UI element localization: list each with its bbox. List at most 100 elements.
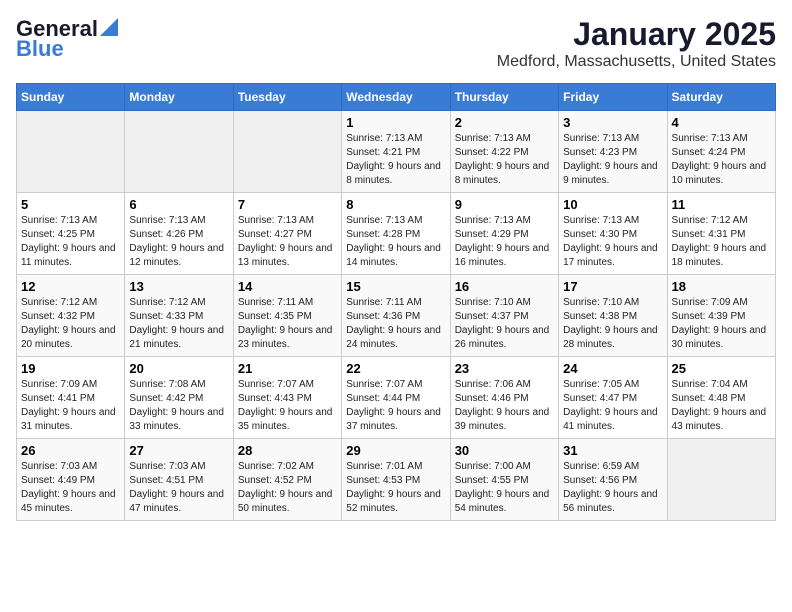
calendar-day-header: Wednesday bbox=[342, 84, 450, 111]
day-number: 6 bbox=[129, 197, 228, 212]
calendar-day-cell: 7 Sunrise: 7:13 AM Sunset: 4:27 PM Dayli… bbox=[233, 193, 341, 275]
day-number: 8 bbox=[346, 197, 445, 212]
daylight: Daylight: 9 hours and 37 minutes. bbox=[346, 407, 441, 432]
logo-text-blue: Blue bbox=[16, 36, 64, 62]
sunset: Sunset: 4:29 PM bbox=[455, 229, 529, 240]
day-info: Sunrise: 7:13 AM Sunset: 4:27 PM Dayligh… bbox=[238, 214, 337, 270]
sunrise: Sunrise: 7:13 AM bbox=[455, 133, 531, 144]
daylight: Daylight: 9 hours and 33 minutes. bbox=[129, 407, 224, 432]
calendar-day-header: Sunday bbox=[17, 84, 125, 111]
sunrise: Sunrise: 7:03 AM bbox=[129, 461, 205, 472]
calendar-day-cell: 21 Sunrise: 7:07 AM Sunset: 4:43 PM Dayl… bbox=[233, 357, 341, 439]
day-number: 2 bbox=[455, 115, 554, 130]
sunset: Sunset: 4:52 PM bbox=[238, 475, 312, 486]
day-info: Sunrise: 6:59 AM Sunset: 4:56 PM Dayligh… bbox=[563, 460, 662, 516]
day-info: Sunrise: 7:10 AM Sunset: 4:37 PM Dayligh… bbox=[455, 296, 554, 352]
sunset: Sunset: 4:27 PM bbox=[238, 229, 312, 240]
calendar-week-row: 26 Sunrise: 7:03 AM Sunset: 4:49 PM Dayl… bbox=[17, 439, 776, 521]
day-number: 11 bbox=[672, 197, 771, 212]
calendar-day-cell: 5 Sunrise: 7:13 AM Sunset: 4:25 PM Dayli… bbox=[17, 193, 125, 275]
day-number: 18 bbox=[672, 279, 771, 294]
daylight: Daylight: 9 hours and 56 minutes. bbox=[563, 489, 658, 514]
calendar-day-cell: 8 Sunrise: 7:13 AM Sunset: 4:28 PM Dayli… bbox=[342, 193, 450, 275]
sunset: Sunset: 4:55 PM bbox=[455, 475, 529, 486]
daylight: Daylight: 9 hours and 24 minutes. bbox=[346, 325, 441, 350]
day-info: Sunrise: 7:13 AM Sunset: 4:21 PM Dayligh… bbox=[346, 132, 445, 188]
calendar-day-cell: 20 Sunrise: 7:08 AM Sunset: 4:42 PM Dayl… bbox=[125, 357, 233, 439]
day-number: 20 bbox=[129, 361, 228, 376]
daylight: Daylight: 9 hours and 18 minutes. bbox=[672, 243, 767, 268]
calendar-week-row: 1 Sunrise: 7:13 AM Sunset: 4:21 PM Dayli… bbox=[17, 111, 776, 193]
day-info: Sunrise: 7:10 AM Sunset: 4:38 PM Dayligh… bbox=[563, 296, 662, 352]
sunset: Sunset: 4:28 PM bbox=[346, 229, 420, 240]
day-number: 9 bbox=[455, 197, 554, 212]
daylight: Daylight: 9 hours and 16 minutes. bbox=[455, 243, 550, 268]
sunrise: Sunrise: 7:13 AM bbox=[346, 215, 422, 226]
day-info: Sunrise: 7:12 AM Sunset: 4:32 PM Dayligh… bbox=[21, 296, 120, 352]
sunset: Sunset: 4:38 PM bbox=[563, 311, 637, 322]
sunrise: Sunrise: 7:11 AM bbox=[238, 297, 313, 308]
calendar-header-row: SundayMondayTuesdayWednesdayThursdayFrid… bbox=[17, 84, 776, 111]
day-info: Sunrise: 7:13 AM Sunset: 4:22 PM Dayligh… bbox=[455, 132, 554, 188]
day-number: 31 bbox=[563, 443, 662, 458]
daylight: Daylight: 9 hours and 17 minutes. bbox=[563, 243, 658, 268]
day-number: 1 bbox=[346, 115, 445, 130]
day-info: Sunrise: 7:11 AM Sunset: 4:36 PM Dayligh… bbox=[346, 296, 445, 352]
sunset: Sunset: 4:43 PM bbox=[238, 393, 312, 404]
calendar-day-cell bbox=[125, 111, 233, 193]
daylight: Daylight: 9 hours and 14 minutes. bbox=[346, 243, 441, 268]
page-title: January 2025 bbox=[497, 16, 776, 53]
sunrise: Sunrise: 7:13 AM bbox=[455, 215, 531, 226]
daylight: Daylight: 9 hours and 23 minutes. bbox=[238, 325, 333, 350]
day-info: Sunrise: 7:13 AM Sunset: 4:28 PM Dayligh… bbox=[346, 214, 445, 270]
sunrise: Sunrise: 7:10 AM bbox=[455, 297, 531, 308]
daylight: Daylight: 9 hours and 13 minutes. bbox=[238, 243, 333, 268]
daylight: Daylight: 9 hours and 45 minutes. bbox=[21, 489, 116, 514]
calendar-day-cell: 29 Sunrise: 7:01 AM Sunset: 4:53 PM Dayl… bbox=[342, 439, 450, 521]
sunrise: Sunrise: 7:13 AM bbox=[563, 215, 639, 226]
sunrise: Sunrise: 7:03 AM bbox=[21, 461, 97, 472]
day-info: Sunrise: 7:03 AM Sunset: 4:49 PM Dayligh… bbox=[21, 460, 120, 516]
daylight: Daylight: 9 hours and 41 minutes. bbox=[563, 407, 658, 432]
sunrise: Sunrise: 7:07 AM bbox=[346, 379, 422, 390]
day-number: 16 bbox=[455, 279, 554, 294]
calendar-day-cell: 3 Sunrise: 7:13 AM Sunset: 4:23 PM Dayli… bbox=[559, 111, 667, 193]
calendar-day-cell: 27 Sunrise: 7:03 AM Sunset: 4:51 PM Dayl… bbox=[125, 439, 233, 521]
calendar-day-cell: 23 Sunrise: 7:06 AM Sunset: 4:46 PM Dayl… bbox=[450, 357, 558, 439]
sunset: Sunset: 4:37 PM bbox=[455, 311, 529, 322]
calendar-day-cell: 15 Sunrise: 7:11 AM Sunset: 4:36 PM Dayl… bbox=[342, 275, 450, 357]
day-number: 30 bbox=[455, 443, 554, 458]
day-info: Sunrise: 7:03 AM Sunset: 4:51 PM Dayligh… bbox=[129, 460, 228, 516]
sunrise: Sunrise: 7:12 AM bbox=[21, 297, 97, 308]
sunrise: Sunrise: 7:13 AM bbox=[563, 133, 639, 144]
day-number: 4 bbox=[672, 115, 771, 130]
daylight: Daylight: 9 hours and 11 minutes. bbox=[21, 243, 116, 268]
sunset: Sunset: 4:22 PM bbox=[455, 147, 529, 158]
day-info: Sunrise: 7:08 AM Sunset: 4:42 PM Dayligh… bbox=[129, 378, 228, 434]
day-number: 29 bbox=[346, 443, 445, 458]
sunset: Sunset: 4:56 PM bbox=[563, 475, 637, 486]
calendar-day-cell: 2 Sunrise: 7:13 AM Sunset: 4:22 PM Dayli… bbox=[450, 111, 558, 193]
calendar-day-cell: 12 Sunrise: 7:12 AM Sunset: 4:32 PM Dayl… bbox=[17, 275, 125, 357]
daylight: Daylight: 9 hours and 12 minutes. bbox=[129, 243, 224, 268]
sunrise: Sunrise: 7:11 AM bbox=[346, 297, 421, 308]
calendar-day-cell: 30 Sunrise: 7:00 AM Sunset: 4:55 PM Dayl… bbox=[450, 439, 558, 521]
day-info: Sunrise: 7:00 AM Sunset: 4:55 PM Dayligh… bbox=[455, 460, 554, 516]
day-info: Sunrise: 7:05 AM Sunset: 4:47 PM Dayligh… bbox=[563, 378, 662, 434]
calendar-day-header: Tuesday bbox=[233, 84, 341, 111]
calendar-day-cell: 31 Sunrise: 6:59 AM Sunset: 4:56 PM Dayl… bbox=[559, 439, 667, 521]
sunrise: Sunrise: 7:04 AM bbox=[672, 379, 748, 390]
sunrise: Sunrise: 7:13 AM bbox=[129, 215, 205, 226]
day-number: 19 bbox=[21, 361, 120, 376]
calendar-day-cell: 13 Sunrise: 7:12 AM Sunset: 4:33 PM Dayl… bbox=[125, 275, 233, 357]
calendar-day-cell bbox=[17, 111, 125, 193]
day-number: 15 bbox=[346, 279, 445, 294]
sunset: Sunset: 4:53 PM bbox=[346, 475, 420, 486]
calendar-table: SundayMondayTuesdayWednesdayThursdayFrid… bbox=[16, 83, 776, 521]
day-number: 23 bbox=[455, 361, 554, 376]
calendar-day-cell: 6 Sunrise: 7:13 AM Sunset: 4:26 PM Dayli… bbox=[125, 193, 233, 275]
day-number: 24 bbox=[563, 361, 662, 376]
daylight: Daylight: 9 hours and 21 minutes. bbox=[129, 325, 224, 350]
calendar-day-cell: 1 Sunrise: 7:13 AM Sunset: 4:21 PM Dayli… bbox=[342, 111, 450, 193]
sunrise: Sunrise: 7:06 AM bbox=[455, 379, 531, 390]
